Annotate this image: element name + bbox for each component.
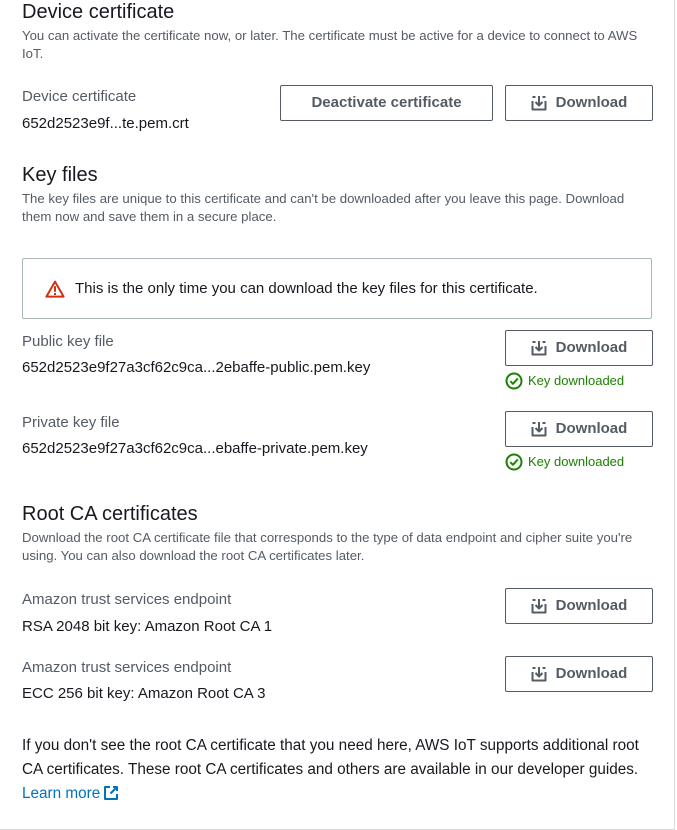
device-certificate-label: Device certificate	[22, 88, 137, 105]
root-ca-footer-text: If you don't see the root CA certificate…	[22, 737, 639, 778]
root-ca-heading: Root CA certificates	[22, 503, 198, 525]
public-key-label: Public key file	[22, 333, 114, 350]
device-certificate-filename: 652d2523e9f...te.pem.crt	[22, 115, 189, 132]
external-link-icon	[104, 786, 119, 800]
download-root-ca-3-button[interactable]: Download	[505, 656, 653, 692]
download-label: Download	[555, 420, 628, 437]
download-public-key-button[interactable]: Download	[505, 330, 653, 366]
download-label: Download	[555, 339, 628, 356]
download-icon	[531, 96, 547, 111]
root-ca-1-value: RSA 2048 bit key: Amazon Root CA 1	[22, 618, 273, 635]
download-label: Download	[555, 665, 628, 682]
private-key-filename: 652d2523e9f27a3cf62c9ca...ebaffe-private…	[22, 440, 368, 457]
key-files-warning-alert: This is the only time you can download t…	[22, 258, 652, 319]
check-circle-icon	[505, 453, 523, 471]
deactivate-certificate-button[interactable]: Deactivate certificate	[280, 85, 493, 121]
learn-more-link[interactable]: Learn more	[22, 785, 119, 802]
download-private-key-button[interactable]: Download	[505, 411, 653, 447]
alert-message: This is the only time you can download t…	[75, 279, 538, 297]
download-label: Download	[555, 597, 628, 614]
download-icon	[531, 599, 547, 614]
private-key-status-text: Key downloaded	[528, 454, 625, 469]
root-ca-description: Download the root CA certificate file th…	[22, 530, 633, 563]
private-key-status: Key downloaded	[505, 453, 624, 471]
deactivate-certificate-label: Deactivate certificate	[311, 94, 462, 111]
root-ca-footer: If you don't see the root CA certificate…	[22, 734, 652, 806]
key-files-description: The key files are unique to this certifi…	[22, 191, 625, 224]
download-icon	[531, 422, 547, 437]
key-files-heading: Key files	[22, 164, 98, 186]
root-ca-1-label: Amazon trust services endpoint	[22, 591, 232, 608]
public-key-status: Key downloaded	[505, 372, 624, 390]
check-circle-icon	[505, 372, 523, 390]
learn-more-label: Learn more	[22, 785, 101, 802]
download-icon	[531, 341, 547, 356]
download-device-certificate-button[interactable]: Download	[505, 85, 653, 121]
download-root-ca-1-button[interactable]: Download	[505, 588, 653, 624]
private-key-label: Private key file	[22, 414, 120, 431]
download-label: Download	[555, 94, 628, 111]
warning-icon	[45, 280, 65, 298]
public-key-status-text: Key downloaded	[528, 373, 625, 388]
device-certificate-heading: Device certificate	[22, 1, 175, 23]
root-ca-3-label: Amazon trust services endpoint	[22, 659, 232, 676]
download-icon	[531, 667, 547, 682]
public-key-filename: 652d2523e9f27a3cf62c9ca...2ebaffe-public…	[22, 359, 371, 376]
device-certificate-description: You can activate the certificate now, or…	[22, 28, 638, 61]
root-ca-3-value: ECC 256 bit key: Amazon Root CA 3	[22, 685, 266, 702]
